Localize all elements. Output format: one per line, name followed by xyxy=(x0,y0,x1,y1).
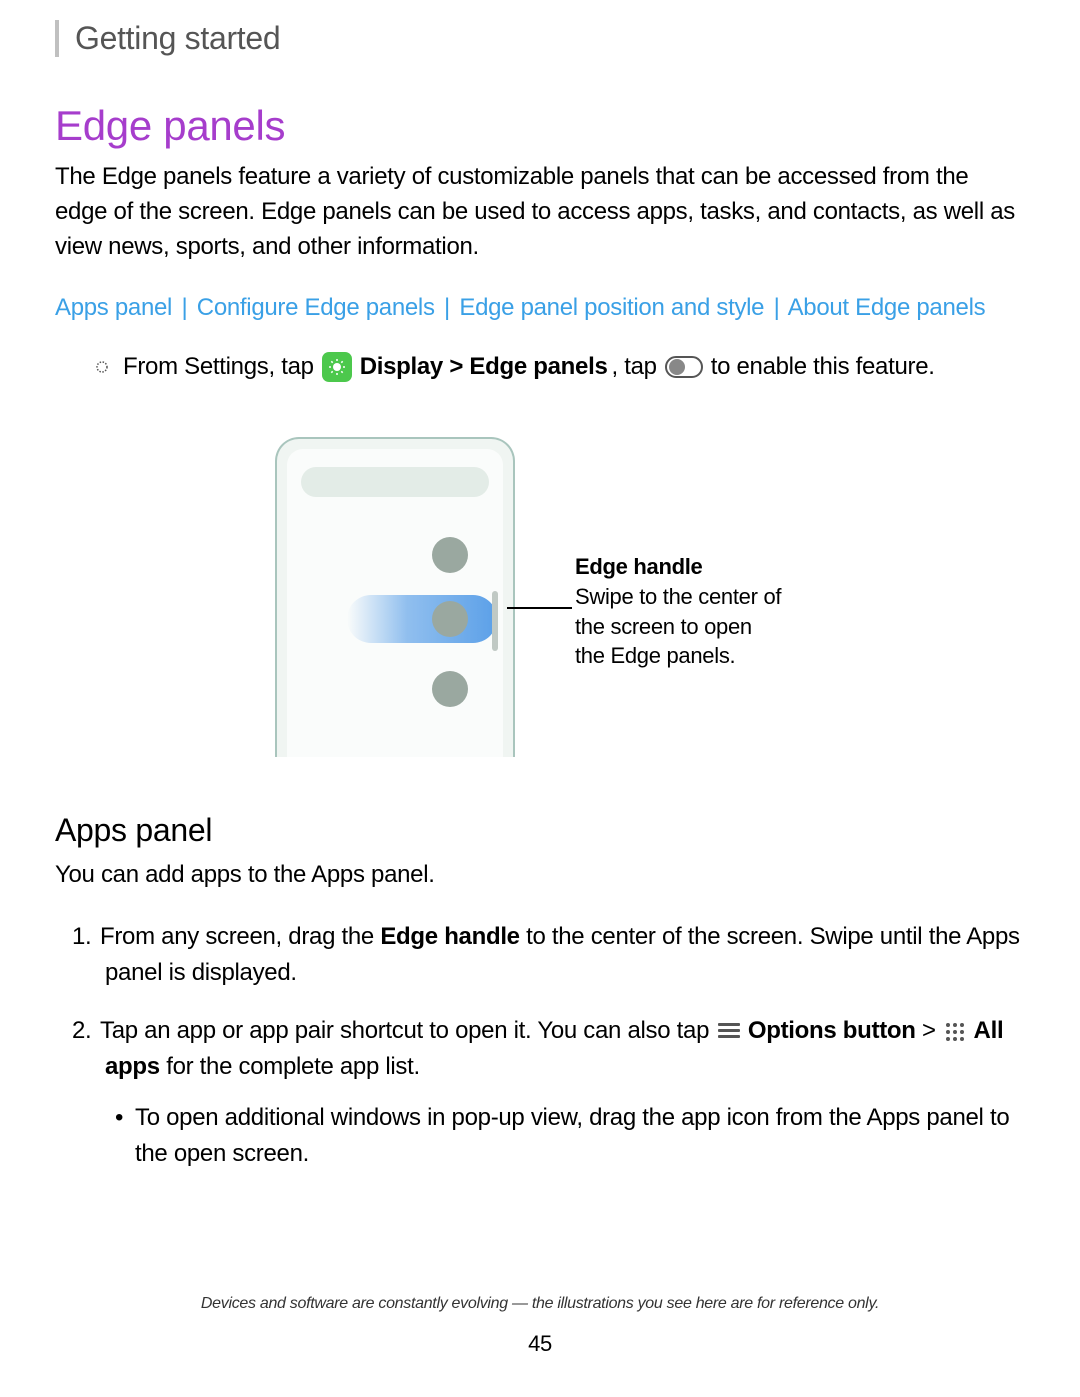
search-pill-placeholder xyxy=(301,467,489,497)
instruction-mid: , tap xyxy=(612,353,657,381)
step-sep: > xyxy=(916,1017,942,1044)
step-text: From any screen, drag the xyxy=(100,923,380,950)
callout-title: Edge handle xyxy=(575,552,785,582)
step-text: for the complete app list. xyxy=(160,1053,420,1080)
callout-leader-line xyxy=(507,607,572,609)
toggle-off-icon xyxy=(665,356,703,378)
instruction: From Settings, tap Display > Edge panels… xyxy=(95,352,1025,382)
step-bold: Options button xyxy=(742,1017,916,1044)
breadcrumb: Getting started xyxy=(55,20,1025,57)
step-1: 1.From any screen, drag the Edge handle … xyxy=(105,919,1025,991)
link-apps-panel[interactable]: Apps panel xyxy=(55,294,172,321)
page-footer: Devices and software are constantly evol… xyxy=(0,1295,1080,1357)
step-text: Tap an app or app pair shortcut to open … xyxy=(100,1017,709,1044)
callout-body: Swipe to the center of the screen to ope… xyxy=(575,582,785,671)
app-dot-icon xyxy=(432,537,468,573)
app-dot-icon xyxy=(432,671,468,707)
link-separator: | xyxy=(774,294,780,321)
circle-bullet-icon xyxy=(95,360,109,374)
sub-bullet: To open additional windows in pop-up vie… xyxy=(135,1100,1025,1172)
phone-mockup xyxy=(275,437,515,757)
drag-gradient xyxy=(347,595,497,643)
step-number: 2. xyxy=(72,1013,100,1049)
instruction-bold: Display > Edge panels xyxy=(360,353,608,381)
sub-text: You can add apps to the Apps panel. xyxy=(55,861,1025,889)
callout: Edge handle Swipe to the center of the s… xyxy=(575,552,785,671)
display-settings-icon xyxy=(322,352,352,382)
edge-handle-icon xyxy=(492,591,498,651)
steps-list: 1.From any screen, drag the Edge handle … xyxy=(105,919,1025,1172)
link-position[interactable]: Edge panel position and style xyxy=(459,294,764,321)
footer-note: Devices and software are constantly evol… xyxy=(0,1295,1080,1313)
all-apps-grid-icon xyxy=(946,1023,964,1041)
options-menu-icon xyxy=(718,1023,740,1041)
figure: Edge handle Swipe to the center of the s… xyxy=(55,437,1025,757)
step-number: 1. xyxy=(72,919,100,955)
anchor-links: Apps panel | Configure Edge panels | Edg… xyxy=(55,294,1025,322)
link-separator: | xyxy=(444,294,450,321)
step-bold: Edge handle xyxy=(380,923,519,950)
page-number: 45 xyxy=(0,1331,1080,1357)
sub-heading: Apps panel xyxy=(55,812,1025,849)
link-configure[interactable]: Configure Edge panels xyxy=(197,294,435,321)
link-about[interactable]: About Edge panels xyxy=(788,294,986,321)
breadcrumb-text: Getting started xyxy=(75,20,280,56)
intro-paragraph: The Edge panels feature a variety of cus… xyxy=(55,160,1025,264)
page-heading: Edge panels xyxy=(55,102,1025,150)
instruction-post: to enable this feature. xyxy=(711,353,935,381)
instruction-pre: From Settings, tap xyxy=(123,353,314,381)
step-2: 2.Tap an app or app pair shortcut to ope… xyxy=(105,1013,1025,1172)
link-separator: | xyxy=(181,294,187,321)
